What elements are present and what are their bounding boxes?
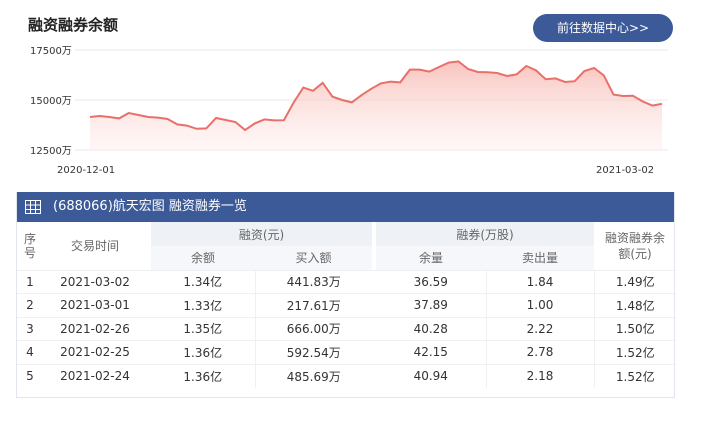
page-title: 融资融券余额 (28, 16, 119, 34)
row-margin-buy: 217.61万 (255, 293, 372, 317)
col-margin-balance-header: 余额 (151, 246, 255, 270)
col-margin-header: 融资(元) (151, 222, 372, 246)
y-tick-label: 12500万 (30, 146, 72, 157)
row-index: 5 (17, 363, 43, 388)
row-sec-sell: 1.84 (486, 269, 595, 294)
row-sec-balance: 42.15 (376, 340, 487, 364)
table-icon (25, 200, 41, 214)
row-sec-sell: 1.00 (486, 293, 595, 317)
row-margin-buy: 441.83万 (255, 269, 372, 294)
row-sec-sell: 2.22 (486, 316, 595, 341)
row-total: 1.52亿 (594, 340, 676, 364)
row-date: 2021-03-02 (43, 269, 147, 294)
row-margin-buy: 592.54万 (255, 340, 372, 364)
table-row: 4 2021-02-25 1.36亿 592.54万 42.15 2.78 1.… (17, 340, 676, 364)
row-total: 1.49亿 (594, 269, 676, 294)
row-index: 3 (17, 316, 43, 341)
table-row: 5 2021-02-24 1.36亿 485.69万 40.94 2.18 1.… (17, 363, 676, 388)
row-margin-balance: 1.36亿 (151, 340, 256, 364)
margin-balance-chart: 17500万 15000万 12500万 2020-12-01 2021-03-… (30, 46, 668, 176)
row-date: 2021-02-26 (43, 316, 147, 341)
col-total-header: 融资融券余额(元) (604, 230, 665, 261)
row-total: 1.52亿 (594, 363, 676, 388)
area-fill (90, 61, 662, 150)
table-title: (688066)航天宏图 融资融券一览 (53, 199, 247, 214)
row-date: 2021-03-01 (43, 293, 147, 317)
row-total: 1.48亿 (594, 293, 676, 317)
margin-table-panel: (688066)航天宏图 融资融券一览 序号 交易时间 融资(元) 融券(万股)… (16, 192, 676, 398)
row-margin-buy: 485.69万 (255, 363, 372, 388)
row-index: 1 (17, 269, 43, 294)
row-sec-balance: 36.59 (376, 269, 487, 294)
row-index: 2 (17, 293, 43, 317)
row-sec-balance: 40.28 (376, 316, 487, 341)
col-date-header: 交易时间 (70, 239, 119, 254)
y-tick-label: 15000万 (30, 96, 72, 107)
col-margin-buy-header: 买入额 (255, 246, 372, 270)
col-sec-sell-header: 卖出量 (486, 246, 594, 270)
row-index: 4 (17, 340, 43, 364)
table-row: 3 2021-02-26 1.35亿 666.00万 40.28 2.22 1.… (17, 316, 676, 341)
row-sec-sell: 2.78 (486, 340, 595, 364)
row-margin-balance: 1.34亿 (151, 269, 256, 294)
table-header-bar: (688066)航天宏图 融资融券一览 (17, 192, 674, 222)
table-row: 1 2021-03-02 1.34亿 441.83万 36.59 1.84 1.… (17, 269, 676, 294)
row-sec-balance: 40.94 (376, 363, 487, 388)
col-index-header: 序号 (23, 231, 36, 260)
goto-data-center-button[interactable]: 前往数据中心>> (533, 14, 673, 42)
x-tick-label: 2021-03-02 (596, 165, 654, 176)
margin-table: 序号 交易时间 融资(元) 融券(万股) 融资融券余额(元) 余额 买入额 余量… (17, 222, 676, 388)
row-margin-buy: 666.00万 (255, 316, 372, 341)
row-margin-balance: 1.33亿 (151, 293, 256, 317)
y-tick-label: 17500万 (30, 46, 72, 57)
row-total: 1.50亿 (594, 316, 676, 341)
row-date: 2021-02-25 (43, 340, 147, 364)
col-securities-header: 融券(万股) (376, 222, 594, 246)
table-row: 2 2021-03-01 1.33亿 217.61万 37.89 1.00 1.… (17, 293, 676, 317)
row-sec-sell: 2.18 (486, 363, 595, 388)
row-margin-balance: 1.35亿 (151, 316, 256, 341)
row-sec-balance: 37.89 (376, 293, 487, 317)
row-date: 2021-02-24 (43, 363, 147, 388)
row-margin-balance: 1.36亿 (151, 363, 256, 388)
x-tick-label: 2020-12-01 (57, 165, 115, 176)
col-sec-balance-header: 余量 (376, 246, 486, 270)
